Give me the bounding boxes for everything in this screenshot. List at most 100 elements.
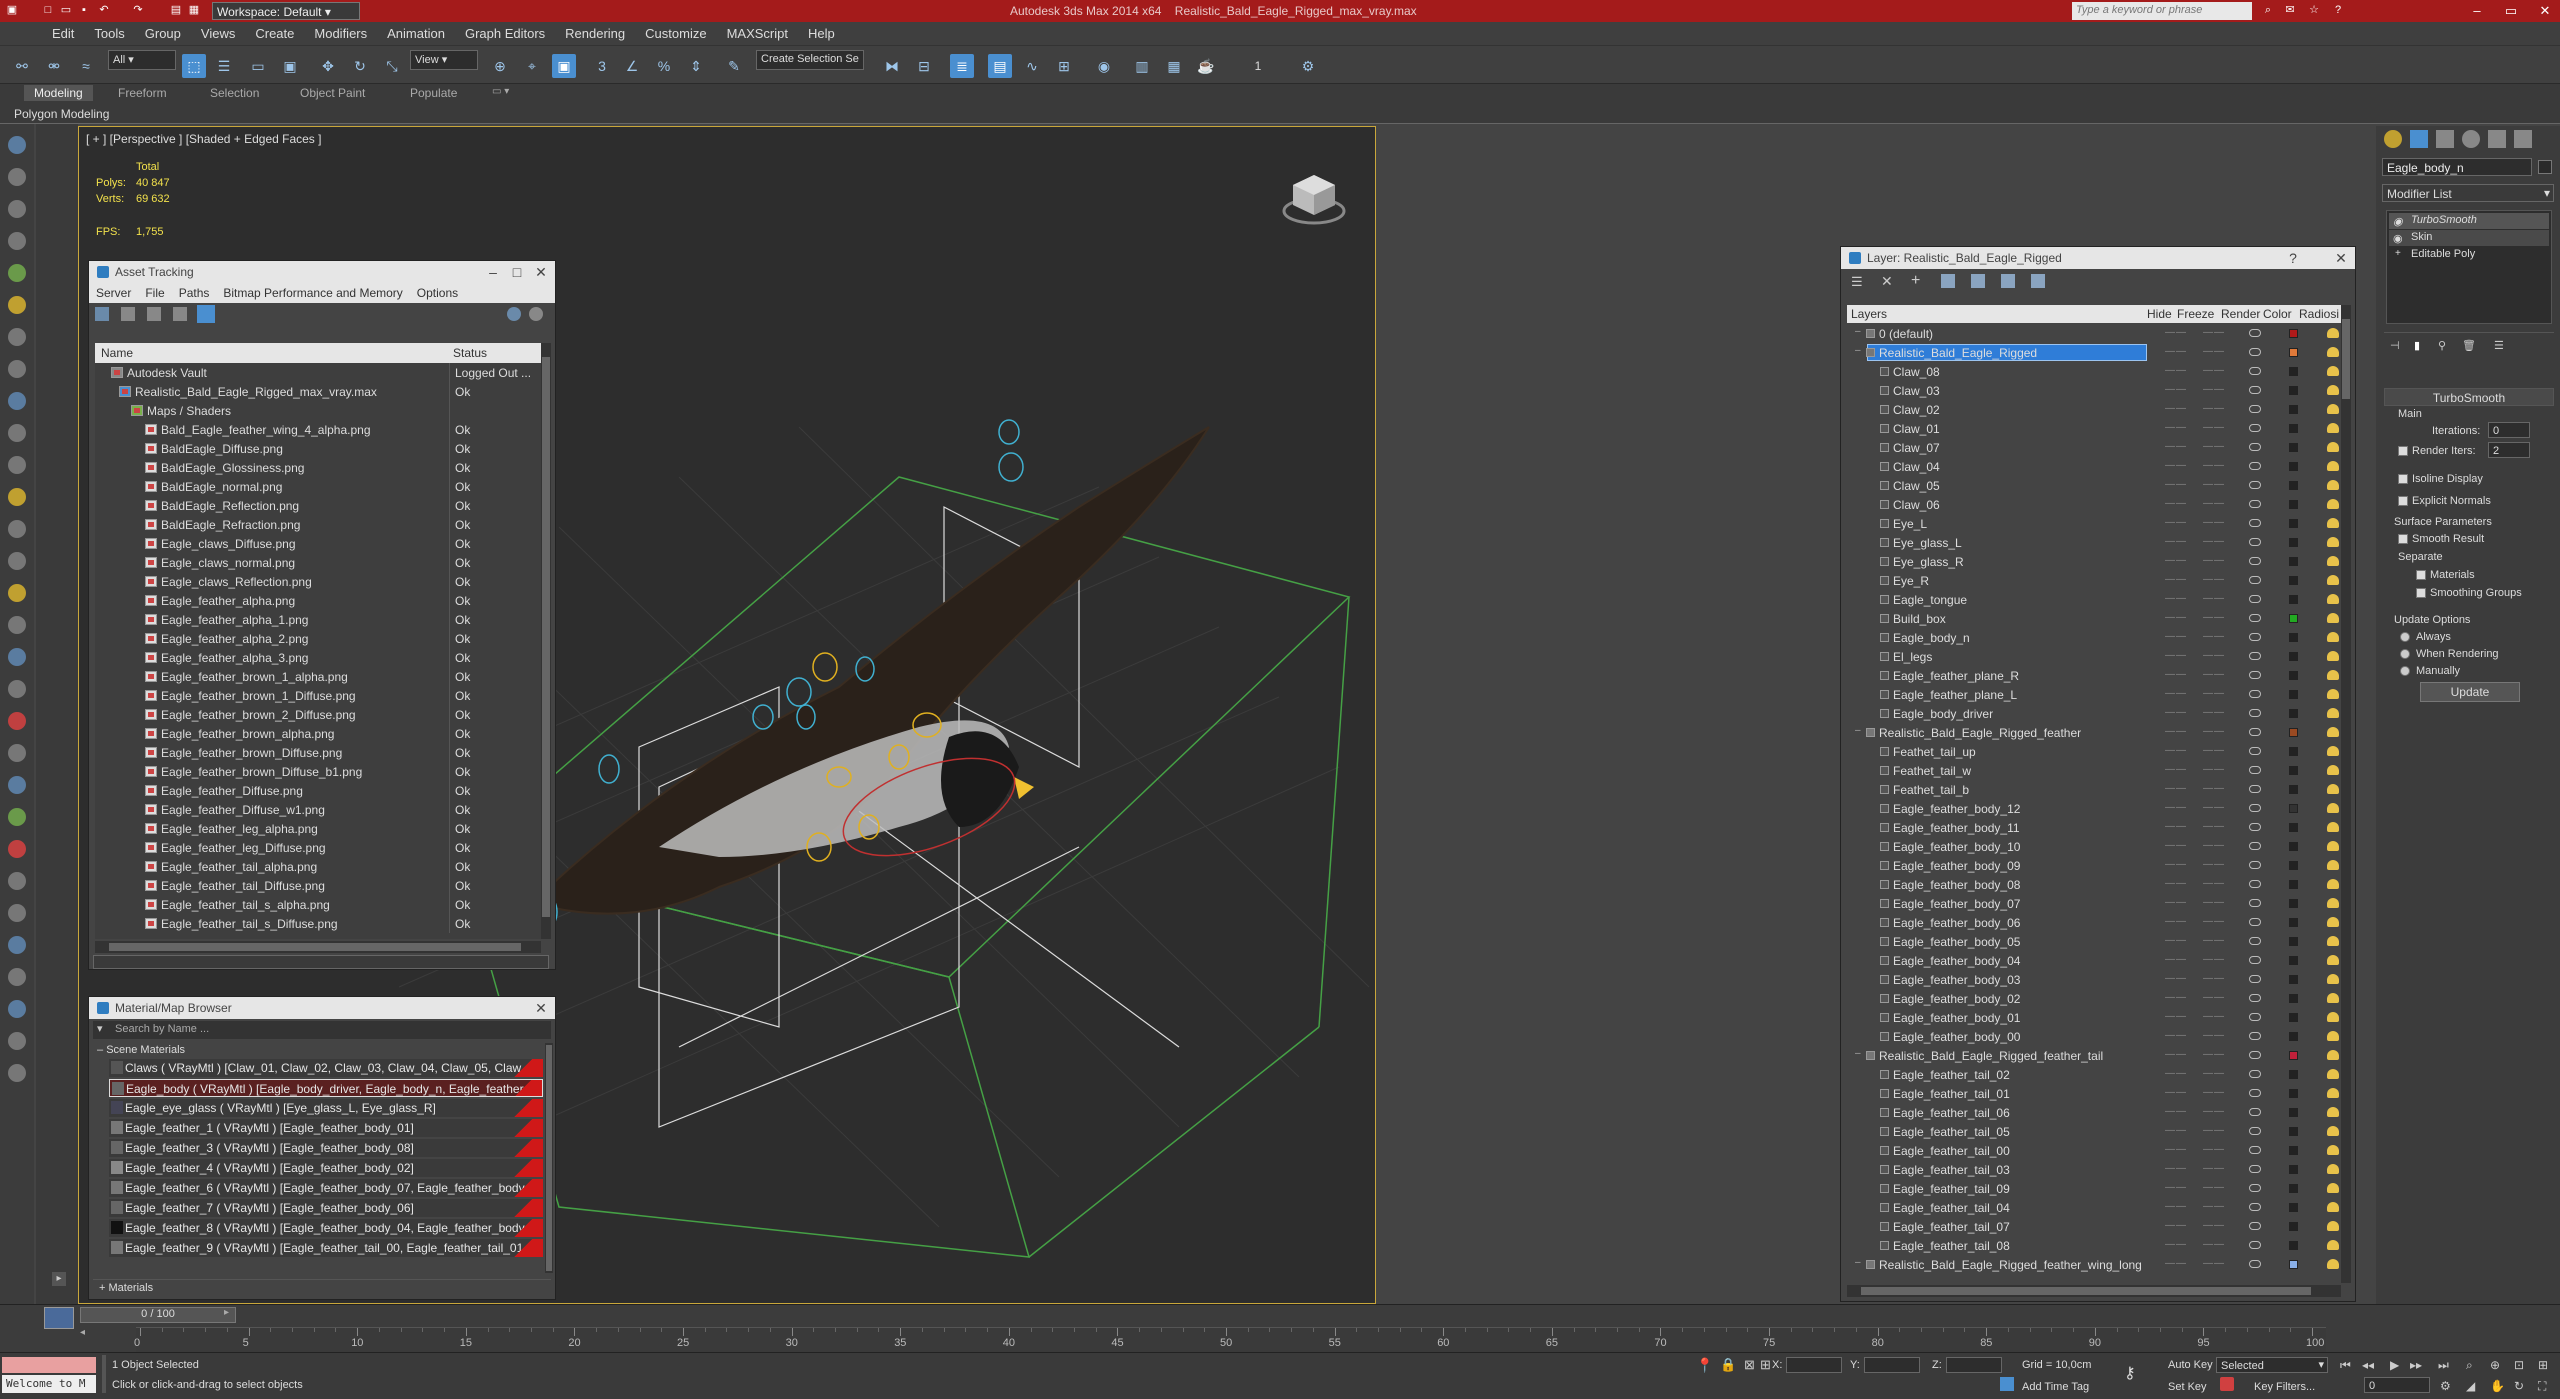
- freeze-toggle[interactable]: ——: [2203, 745, 2225, 756]
- collapse-icon[interactable]: –: [1855, 326, 1861, 337]
- search-dropdown-icon[interactable]: ▾: [97, 1022, 103, 1035]
- tube-tool-icon[interactable]: [8, 520, 26, 538]
- freeze-toggle[interactable]: ——: [2203, 840, 2225, 851]
- layer-color-swatch[interactable]: [2289, 1127, 2298, 1136]
- layer-object-row[interactable]: Eagle_feather_body_04 —— ——: [1855, 951, 2339, 970]
- freeze-toggle[interactable]: ——: [2203, 593, 2225, 604]
- render-toggle-icon[interactable]: [2249, 329, 2261, 337]
- stack-item-turbosmooth[interactable]: ◉ TurboSmooth: [2389, 213, 2549, 229]
- layer-object-row[interactable]: Feathet_tail_b —— ——: [1855, 780, 2339, 799]
- select-manipulate-icon[interactable]: ⌖: [520, 54, 544, 78]
- radiosity-icon[interactable]: [2327, 936, 2339, 946]
- radiosity-icon[interactable]: [2327, 955, 2339, 965]
- collapse-icon[interactable]: –: [1855, 1257, 1861, 1268]
- render-toggle-icon[interactable]: [2249, 690, 2261, 698]
- hide-toggle[interactable]: ——: [2165, 840, 2187, 851]
- radiosity-icon[interactable]: [2327, 556, 2339, 566]
- render-toggle-icon[interactable]: [2249, 462, 2261, 470]
- layer-object-row[interactable]: Claw_02 —— ——: [1855, 400, 2339, 419]
- render-toggle-icon[interactable]: [2249, 975, 2261, 983]
- helper-tool-icon[interactable]: [8, 360, 26, 378]
- play-icon[interactable]: ▶: [2390, 1358, 2399, 1372]
- render-toggle-icon[interactable]: [2249, 348, 2261, 356]
- freeze-toggle[interactable]: ——: [2203, 555, 2225, 566]
- when-rendering-radio[interactable]: [2400, 649, 2410, 659]
- key-mode-dropdown[interactable]: Selected ▾: [2216, 1357, 2328, 1373]
- maximize-icon[interactable]: □: [507, 264, 527, 280]
- menu-bitmap-performance[interactable]: Bitmap Performance and Memory: [216, 283, 409, 303]
- render-toggle-icon[interactable]: [2249, 633, 2261, 641]
- material-item[interactable]: Eagle_feather_9 ( VRayMtl ) [Eagle_feath…: [109, 1239, 543, 1257]
- add-time-tag-button[interactable]: Add Time Tag: [2022, 1381, 2089, 1393]
- table-row[interactable]: BaldEagle_Reflection.png Ok: [95, 496, 541, 515]
- undo-icon[interactable]: ↶: [96, 3, 112, 18]
- y-coordinate-field[interactable]: [1864, 1357, 1920, 1373]
- freeze-toggle[interactable]: ——: [2203, 688, 2225, 699]
- hide-toggle[interactable]: ——: [2165, 384, 2187, 395]
- layer-color-swatch[interactable]: [2289, 1222, 2298, 1231]
- maxscript-listener[interactable]: [2, 1357, 96, 1373]
- radiosity-icon[interactable]: [2327, 651, 2339, 661]
- absolute-mode-icon[interactable]: ⊞: [1760, 1357, 1771, 1373]
- close-icon[interactable]: ✕: [2528, 2, 2560, 20]
- layer-color-swatch[interactable]: [2289, 1013, 2298, 1022]
- table-row[interactable]: Eagle_feather_tail_s_Diffuse.png Ok: [95, 914, 541, 933]
- crowd-tool-icon[interactable]: [8, 968, 26, 986]
- layer-color-swatch[interactable]: [2289, 747, 2298, 756]
- hide-toggle[interactable]: ——: [2165, 517, 2187, 528]
- help-icon[interactable]: ?: [2330, 3, 2346, 18]
- percent-snap-icon[interactable]: %: [652, 54, 676, 78]
- col-hide-header[interactable]: Hide: [2147, 307, 2172, 321]
- script-tool-icon[interactable]: [8, 1032, 26, 1050]
- col-layers-header[interactable]: Layers: [1851, 307, 1887, 321]
- freeze-toggle[interactable]: ——: [2203, 707, 2225, 718]
- hide-toggle[interactable]: ——: [2165, 612, 2187, 623]
- hide-toggle[interactable]: ——: [2165, 346, 2187, 357]
- create-tab-icon[interactable]: [2384, 130, 2402, 148]
- mini-curve-editor-icon[interactable]: [44, 1307, 74, 1329]
- layer-color-swatch[interactable]: [2289, 937, 2298, 946]
- plane-tool-icon[interactable]: [8, 232, 26, 250]
- table-row[interactable]: Eagle_feather_tail_s_alpha.png Ok: [95, 895, 541, 914]
- render-toggle-icon[interactable]: [2249, 1146, 2261, 1154]
- close-icon[interactable]: ✕: [531, 264, 551, 281]
- freeze-toggle[interactable]: ——: [2203, 1220, 2225, 1231]
- layer-object-row[interactable]: Claw_01 —— ——: [1855, 419, 2339, 438]
- x-coordinate-field[interactable]: [1786, 1357, 1842, 1373]
- radiosity-icon[interactable]: [2327, 860, 2339, 870]
- col-freeze-header[interactable]: Freeze: [2177, 307, 2214, 321]
- radiosity-icon[interactable]: [2327, 689, 2339, 699]
- camera-tool-icon[interactable]: [8, 328, 26, 346]
- material-browser-titlebar[interactable]: Material/Map Browser ✕: [89, 997, 555, 1019]
- freeze-toggle[interactable]: ——: [2203, 821, 2225, 832]
- update-button[interactable]: Update: [2420, 682, 2520, 702]
- set-key-button[interactable]: Set Key: [2168, 1381, 2207, 1393]
- radiosity-icon[interactable]: [2327, 879, 2339, 889]
- hide-toggle[interactable]: ——: [2165, 403, 2187, 414]
- layer-object-row[interactable]: Eagle_feather_body_08 —— ——: [1855, 875, 2339, 894]
- hide-toggle[interactable]: ——: [2165, 650, 2187, 661]
- hide-toggle[interactable]: ——: [2165, 1163, 2187, 1174]
- freeze-toggle[interactable]: ——: [2203, 517, 2225, 528]
- modify-tab-icon[interactable]: [2410, 130, 2428, 148]
- layer-color-swatch[interactable]: [2289, 519, 2298, 528]
- help-icon[interactable]: [507, 307, 521, 321]
- hide-toggle[interactable]: ——: [2165, 726, 2187, 737]
- col-name-header[interactable]: Name: [101, 346, 133, 360]
- hide-toggle[interactable]: ——: [2165, 764, 2187, 775]
- tab-modeling[interactable]: Modeling: [24, 85, 93, 101]
- set-key-icon[interactable]: ⚷: [2124, 1363, 2136, 1383]
- freeze-all-layers-icon[interactable]: [2031, 274, 2045, 288]
- hide-toggle[interactable]: ——: [2165, 802, 2187, 813]
- freeze-toggle[interactable]: ——: [2203, 1125, 2225, 1136]
- ribbon-options-icon[interactable]: ▭ ▾: [492, 86, 509, 97]
- freeze-toggle[interactable]: ——: [2203, 403, 2225, 414]
- layer-object-row[interactable]: Claw_03 —— ——: [1855, 381, 2339, 400]
- save-file-icon[interactable]: ▪: [76, 3, 92, 18]
- radiosity-icon[interactable]: [2327, 670, 2339, 680]
- freeze-toggle[interactable]: ——: [2203, 1201, 2225, 1212]
- layer-color-swatch[interactable]: [2289, 728, 2298, 737]
- hide-toggle[interactable]: ——: [2165, 536, 2187, 547]
- freeze-toggle[interactable]: ——: [2203, 1182, 2225, 1193]
- layer-color-swatch[interactable]: [2289, 1241, 2298, 1250]
